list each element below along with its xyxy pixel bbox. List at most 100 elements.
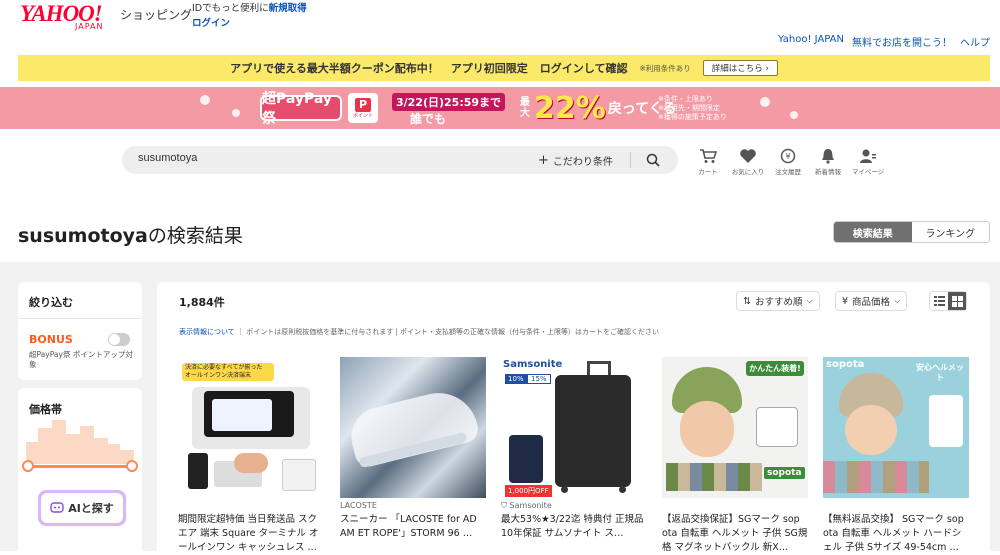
- paypay-festival-badge: 超PayPay祭: [260, 91, 342, 127]
- tab-ranking[interactable]: ランキング: [911, 222, 989, 242]
- display-info-link[interactable]: 表示情報について: [179, 328, 235, 336]
- promo-text-1: アプリで使える最大半額クーポン配布中！: [230, 62, 439, 75]
- ai-chat-icon: [50, 502, 64, 513]
- kodawari-button[interactable]: + こだわり条件: [538, 153, 613, 168]
- product-brand: [662, 501, 808, 512]
- campaign-date: 3/22(日)25:59まで: [392, 93, 506, 111]
- signup-link[interactable]: 新規取得: [269, 3, 307, 14]
- product-title[interactable]: 期間限定超特価 当日発送品 スクエア 端末 Square ターミナル オールイン…: [178, 513, 324, 555]
- search-input[interactable]: [138, 152, 438, 164]
- product-title[interactable]: 最大53%★3/22迄 特典付 正規品10年保証 サムソナイト ス…: [501, 513, 647, 541]
- product-title[interactable]: 【無料返品交換】 SGマーク sop ota 自転車 ヘルメット ハードシェル …: [823, 513, 969, 555]
- price-sort-label: 商品価格: [852, 297, 891, 308]
- product-brand-name: Samsonite: [509, 501, 552, 510]
- list-view-button[interactable]: [930, 292, 948, 310]
- promo-details-button[interactable]: 詳細はこちら ›: [702, 60, 778, 76]
- product-brand: [823, 501, 969, 512]
- help-link[interactable]: ヘルプ: [960, 34, 990, 49]
- paypay-points-icon: P ポイント: [348, 93, 378, 123]
- campaign-max-percent: 最大 22% 戻ってくる: [520, 91, 676, 126]
- product-card[interactable]: Samsonite 10% 15% 1,000円OFF ⛉ Samsonite …: [501, 357, 647, 541]
- result-tabs: 検索結果 ランキング: [833, 221, 990, 243]
- price-range-panel: 価格帯: [18, 388, 142, 551]
- bonus-description: 超PayPay祭 ポイントアップ対象: [29, 350, 133, 369]
- phone-graphic: [188, 453, 208, 489]
- nav-order-history[interactable]: ¥ 注文履歴: [770, 148, 806, 176]
- result-count: 1,884件: [179, 296, 225, 309]
- bonus-label: BONUS: [29, 333, 73, 346]
- histogram-bar: [108, 444, 120, 464]
- product-image[interactable]: 決済に必要なすべてが揃った オールインワン決済端末: [178, 357, 324, 498]
- price-range-title: 価格帯: [29, 403, 62, 416]
- small-terminal-graphic: [282, 459, 316, 491]
- shopping-label[interactable]: ショッピング: [120, 6, 192, 23]
- price-histogram: [26, 420, 134, 464]
- top-links: Yahoo! JAPAN 無料でお店を開こう！ ヘルプ: [778, 34, 990, 49]
- product-caption-badge: 決済に必要なすべてが揃った オールインワン決済端末: [182, 363, 274, 381]
- suitcase-wheel: [619, 486, 626, 493]
- order-history-icon: ¥: [780, 148, 796, 164]
- petal-decoration: [790, 111, 798, 119]
- product-image[interactable]: [340, 357, 486, 498]
- grid-view-button[interactable]: [948, 292, 966, 310]
- price-slider[interactable]: [22, 460, 138, 472]
- sort-icon: ⇅: [743, 295, 751, 307]
- child-face-graphic: [680, 401, 734, 457]
- price-dropdown[interactable]: ¥ 商品価格 ⌵: [835, 291, 908, 311]
- sort-label: おすすめ順: [754, 297, 803, 308]
- view-toggle: [929, 291, 967, 311]
- product-card[interactable]: LACOSTE スニーカー 「LACOSTE for AD AM ET ROPE…: [340, 357, 486, 541]
- login-link[interactable]: ログイン: [192, 15, 230, 29]
- promo-text-3: ログインして確認: [539, 62, 628, 75]
- product-image[interactable]: sopota 安心ヘルメット: [823, 357, 969, 498]
- feature-badge: [929, 395, 963, 447]
- image-caption: 安心ヘルメット: [916, 363, 964, 382]
- grid-view-icon: [951, 295, 963, 307]
- search-button[interactable]: [640, 150, 666, 170]
- product-card[interactable]: 決済に必要なすべてが揃った オールインワン決済端末 期間限定超特価 当日発送品 …: [178, 357, 324, 555]
- bonus-toggle[interactable]: [108, 333, 130, 346]
- chevron-down-icon: ⌵: [806, 296, 813, 305]
- product-image[interactable]: かんたん装着! sopota: [662, 357, 808, 498]
- tab-search-results[interactable]: 検索結果: [834, 222, 912, 242]
- product-title[interactable]: スニーカー 「LACOSTE for AD AM ET ROPE'」STORM …: [340, 513, 486, 541]
- image-tag-2: 15%: [527, 374, 551, 384]
- product-title[interactable]: 【返品交換保証】SGマーク sop ota 自転車 ヘルメット 子供 SG規格 …: [662, 513, 808, 555]
- nav-mypage[interactable]: マイページ: [850, 148, 886, 176]
- ai-search-button[interactable]: AIと探す: [38, 490, 126, 526]
- image-brand-logo: sopota: [826, 359, 865, 370]
- image-discount-label: 1,000円OFF: [505, 485, 552, 497]
- yahoo-japan-logo[interactable]: YAHOO! JAPAN: [20, 2, 116, 32]
- campaign-banner[interactable]: 超PayPay祭 P ポイント 3/22(日)25:59まで 誰でも 最大 22…: [0, 87, 1000, 129]
- cart-icon: [700, 149, 717, 163]
- nav-cart[interactable]: カート: [690, 148, 726, 176]
- open-store-link[interactable]: 無料でお店を開こう！: [852, 34, 952, 49]
- login-hint-text: IDでもっと便利に: [192, 3, 269, 14]
- nav-favorites[interactable]: お気に入り: [730, 148, 766, 176]
- svg-text:¥: ¥: [785, 152, 790, 161]
- product-image[interactable]: Samsonite 10% 15% 1,000円OFF: [501, 357, 647, 498]
- product-card[interactable]: sopota 安心ヘルメット 【無料返品交換】 SGマーク sop ota 自転…: [823, 357, 969, 555]
- promo-note: ※利用条件あり: [639, 63, 691, 73]
- nav-notifications[interactable]: 新着情報: [810, 148, 846, 176]
- yahoo-japan-link[interactable]: Yahoo! JAPAN: [778, 34, 844, 49]
- app-coupon-banner[interactable]: アプリで使える最大半額クーポン配布中！ アプリ初回限定 ログインして確認 ※利用…: [18, 55, 990, 81]
- price-slider-max-handle[interactable]: [126, 460, 138, 472]
- filter-title: 絞り込む: [29, 296, 73, 309]
- image-brand-logo: sopota: [764, 467, 805, 479]
- kodawari-label: こだわり条件: [552, 157, 613, 168]
- terminal-keypad: [212, 399, 272, 431]
- shield-icon: ⛉: [501, 501, 507, 510]
- points-icon-text: ポイント: [352, 112, 373, 119]
- price-slider-min-handle[interactable]: [22, 460, 34, 472]
- suitcase-wheel: [561, 486, 568, 493]
- heart-icon: [740, 149, 756, 163]
- search-divider: [630, 152, 631, 168]
- image-brand-logo: Samsonite: [503, 359, 563, 370]
- campaign-note: ※利用先・期間限定: [658, 104, 720, 112]
- suitcase-small: [509, 435, 543, 483]
- product-card[interactable]: かんたん装着! sopota 【返品交換保証】SGマーク sop ota 自転車…: [662, 357, 808, 555]
- plus-icon: +: [538, 153, 549, 168]
- sort-dropdown[interactable]: ⇅ おすすめ順 ⌵: [736, 291, 820, 311]
- petal-decoration: [200, 95, 210, 105]
